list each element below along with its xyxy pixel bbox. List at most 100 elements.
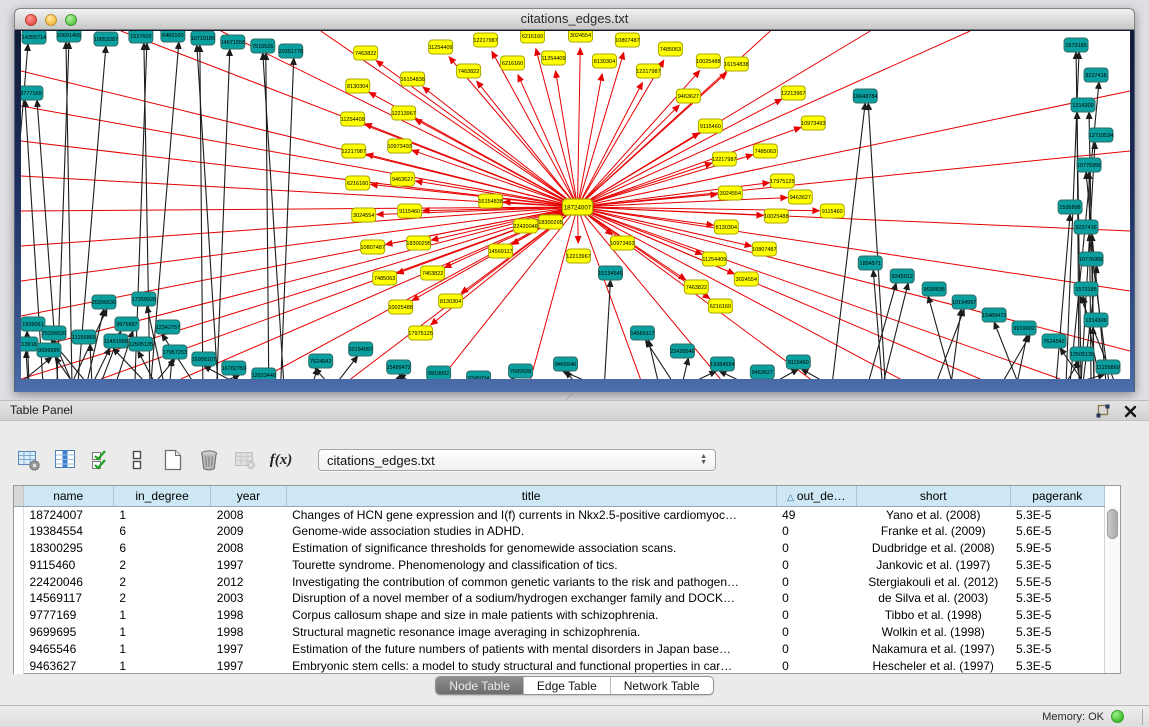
column-header-in_degree[interactable]: in_degree xyxy=(113,486,210,506)
cell-pagerank[interactable]: 5.3E-5 xyxy=(1010,624,1104,641)
cell-name[interactable]: 9699695 xyxy=(23,624,113,641)
cell-short[interactable]: Stergiakouli et al. (2012) xyxy=(856,573,1010,590)
cell-out_de[interactable]: 0 xyxy=(776,640,856,657)
row-height-icon[interactable] xyxy=(124,447,150,473)
table-row[interactable]: 911546021997Tourette syndrome. Phenomeno… xyxy=(14,556,1105,573)
cell-pagerank[interactable]: 5.6E-5 xyxy=(1010,523,1104,540)
cell-year[interactable]: 2008 xyxy=(211,506,286,523)
cell-in_degree[interactable]: 2 xyxy=(113,556,210,573)
column-header-title[interactable]: title xyxy=(286,486,776,506)
cell-in_degree[interactable]: 2 xyxy=(113,573,210,590)
cell-year[interactable]: 1998 xyxy=(211,607,286,624)
cell-out_de[interactable]: 0 xyxy=(776,573,856,590)
cell-out_de[interactable]: 0 xyxy=(776,657,856,674)
column-header-out_de[interactable]: △out_de… xyxy=(776,486,856,506)
cell-name[interactable]: 9115460 xyxy=(23,556,113,573)
cell-title[interactable]: Investigating the contribution of common… xyxy=(286,573,776,590)
cell-in_degree[interactable]: 6 xyxy=(113,523,210,540)
cell-year[interactable]: 2008 xyxy=(211,540,286,557)
cell-name[interactable]: 14569117 xyxy=(23,590,113,607)
zoom-window-button[interactable] xyxy=(65,14,77,26)
cell-name[interactable]: 9465546 xyxy=(23,640,113,657)
column-header-name[interactable]: name xyxy=(23,486,113,506)
cell-out_de[interactable]: 0 xyxy=(776,556,856,573)
cell-title[interactable]: Estimation of significance thresholds fo… xyxy=(286,540,776,557)
table-row[interactable]: 1938455462009Genome-wide association stu… xyxy=(14,523,1105,540)
cell-out_de[interactable]: 0 xyxy=(776,540,856,557)
table-row[interactable]: 977716911998Corpus callosum shape and si… xyxy=(14,607,1105,624)
cell-short[interactable]: Tibbo et al. (1998) xyxy=(856,607,1010,624)
cell-in_degree[interactable]: 1 xyxy=(113,657,210,674)
select-column-icon[interactable] xyxy=(52,447,78,473)
cell-year[interactable]: 1997 xyxy=(211,657,286,674)
close-window-button[interactable] xyxy=(25,14,37,26)
cell-title[interactable]: Changes of HCN gene expression and I(f) … xyxy=(286,506,776,523)
network-window-titlebar[interactable]: citations_edges.txt xyxy=(14,8,1135,30)
table-row[interactable]: 1830029562008Estimation of significance … xyxy=(14,540,1105,557)
minimize-window-button[interactable] xyxy=(45,14,57,26)
tab-network-table[interactable]: Network Table xyxy=(610,677,713,694)
cell-out_de[interactable]: 0 xyxy=(776,624,856,641)
cell-short[interactable]: Yano et al. (2008) xyxy=(856,506,1010,523)
citation-network-graph[interactable]: 1435571420691406106532871527602646610010… xyxy=(21,31,1130,379)
table-scrollbar-thumb[interactable] xyxy=(1107,509,1118,539)
column-header-year[interactable]: year xyxy=(211,486,286,506)
select-rows-icon[interactable] xyxy=(88,447,114,473)
cell-title[interactable]: Genome-wide association studies in ADHD. xyxy=(286,523,776,540)
cell-short[interactable]: Wolkin et al. (1998) xyxy=(856,624,1010,641)
cell-title[interactable]: Tourette syndrome. Phenomenology and cla… xyxy=(286,556,776,573)
cell-pagerank[interactable]: 5.3E-5 xyxy=(1010,556,1104,573)
table-selector-dropdown[interactable]: citations_edges.txt ▲▼ xyxy=(318,449,716,471)
cell-year[interactable]: 2003 xyxy=(211,590,286,607)
cell-name[interactable]: 18300295 xyxy=(23,540,113,557)
cell-name[interactable]: 9463627 xyxy=(23,657,113,674)
cell-name[interactable]: 22420046 xyxy=(23,573,113,590)
cell-in_degree[interactable]: 1 xyxy=(113,640,210,657)
cell-short[interactable]: Dudbridge et al. (2008) xyxy=(856,540,1010,557)
cell-name[interactable]: 9777169 xyxy=(23,607,113,624)
cell-year[interactable]: 2009 xyxy=(211,523,286,540)
column-header-pagerank[interactable]: pagerank xyxy=(1010,486,1104,506)
cell-title[interactable]: Corpus callosum shape and size in male p… xyxy=(286,607,776,624)
cell-year[interactable]: 1997 xyxy=(211,640,286,657)
cell-pagerank[interactable]: 5.5E-5 xyxy=(1010,573,1104,590)
cell-out_de[interactable]: 0 xyxy=(776,607,856,624)
cell-pagerank[interactable]: 5.3E-5 xyxy=(1010,657,1104,674)
cell-year[interactable]: 1998 xyxy=(211,624,286,641)
cell-short[interactable]: Jankovic et al. (1997) xyxy=(856,556,1010,573)
cell-in_degree[interactable]: 1 xyxy=(113,506,210,523)
cell-out_de[interactable]: 0 xyxy=(776,523,856,540)
column-header-short[interactable]: short xyxy=(856,486,1010,506)
create-table-icon[interactable] xyxy=(160,447,186,473)
function-builder-icon[interactable]: f(x) xyxy=(268,447,294,473)
cell-year[interactable]: 2012 xyxy=(211,573,286,590)
delete-trash-icon[interactable] xyxy=(196,447,222,473)
table-row[interactable]: 1456911722003Disruption of a novel membe… xyxy=(14,590,1105,607)
network-graph-canvas[interactable]: 1435571420691406106532871527602646610010… xyxy=(21,31,1130,379)
cell-pagerank[interactable]: 5.9E-5 xyxy=(1010,540,1104,557)
table-row[interactable]: 2242004622012Investigating the contribut… xyxy=(14,573,1105,590)
cell-in_degree[interactable]: 2 xyxy=(113,590,210,607)
cell-out_de[interactable]: 49 xyxy=(776,506,856,523)
cell-in_degree[interactable]: 1 xyxy=(113,624,210,641)
cell-short[interactable]: Hescheler et al. (1997) xyxy=(856,657,1010,674)
cell-pagerank[interactable]: 5.3E-5 xyxy=(1010,640,1104,657)
cell-in_degree[interactable]: 6 xyxy=(113,540,210,557)
cell-title[interactable]: Disruption of a novel member of a sodium… xyxy=(286,590,776,607)
float-panel-icon[interactable] xyxy=(1095,404,1110,419)
modify-table-icon[interactable] xyxy=(16,447,42,473)
cell-pagerank[interactable]: 5.3E-5 xyxy=(1010,607,1104,624)
destroy-table-icon[interactable] xyxy=(232,447,258,473)
cell-name[interactable]: 18724007 xyxy=(23,506,113,523)
cell-title[interactable]: Embryonic stem cells: a model to study s… xyxy=(286,657,776,674)
cell-title[interactable]: Structural magnetic resonance image aver… xyxy=(286,624,776,641)
table-row[interactable]: 1872400712008Changes of HCN gene express… xyxy=(14,506,1105,523)
cell-title[interactable]: Estimation of the future numbers of pati… xyxy=(286,640,776,657)
cell-in_degree[interactable]: 1 xyxy=(113,607,210,624)
cell-pagerank[interactable]: 5.3E-5 xyxy=(1010,590,1104,607)
cell-name[interactable]: 19384554 xyxy=(23,523,113,540)
cell-out_de[interactable]: 0 xyxy=(776,590,856,607)
close-panel-icon[interactable] xyxy=(1124,405,1137,418)
cell-short[interactable]: de Silva et al. (2003) xyxy=(856,590,1010,607)
tab-node-table[interactable]: Node Table xyxy=(436,677,523,694)
